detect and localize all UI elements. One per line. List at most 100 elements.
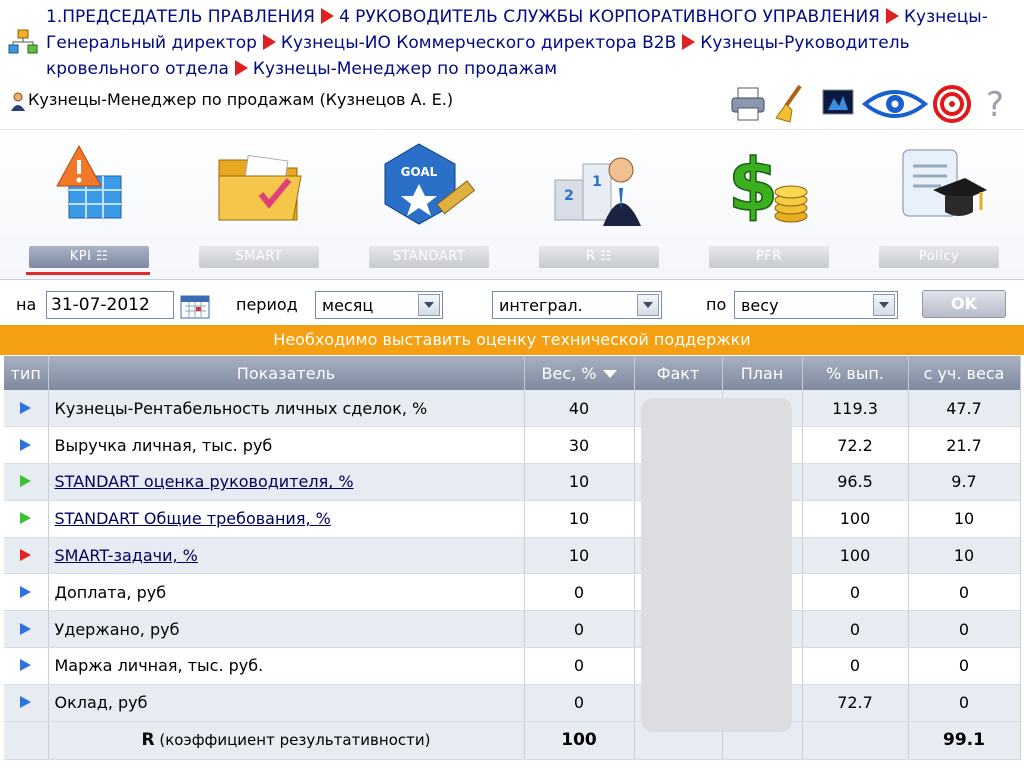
table-row[interactable]: Маржа личная, тыс. руб. 0 0 0 [4,647,1021,685]
total-label-rest: (коэффициент результативности) [154,731,431,750]
svg-text:GOAL: GOAL [401,165,438,179]
type-cell[interactable] [4,647,49,685]
type-cell[interactable] [4,610,49,649]
weight-cell: 10 [524,537,635,575]
indicator-name: Оклад, руб [54,693,148,713]
completion-cell: 100 [802,500,909,538]
by-label: по [706,295,727,314]
kpi-icon [56,144,122,219]
period-select[interactable]: месяц [315,291,443,319]
type-cell[interactable] [4,684,49,722]
breadcrumb-arrow-icon [885,8,899,24]
table-row[interactable]: Оклад, руб 0 72.7 0 [4,684,1021,722]
weighted-cell: 0 [908,684,1021,722]
sort-down-icon[interactable] [602,369,617,378]
indicator-name: Удержано, руб [54,619,180,639]
expand-arrow-icon[interactable] [20,401,32,414]
by-select[interactable]: весу [734,291,898,319]
chevron-down-icon[interactable] [637,294,659,316]
module-smart[interactable]: SMART [194,140,324,280]
type-cell[interactable] [4,573,49,612]
breadcrumb-item[interactable]: Кузнецы-ИО Коммерческого директора B2B [281,33,676,53]
indicator-cell: STANDART Общие требования, % [48,500,525,538]
total-completion-cell [802,720,909,760]
header-weight[interactable]: Вес, % [524,356,635,390]
broom-icon[interactable] [770,84,806,124]
table-row[interactable]: Удержано, руб 0 0 0 [4,610,1021,649]
type-cell[interactable] [4,463,49,501]
header-fact[interactable]: Факт [634,356,723,390]
calendar-icon[interactable] [180,293,210,319]
total-type-cell [4,720,49,760]
weight-cell: 0 [524,573,635,612]
breadcrumb-text: 1.ПРЕДСЕДАТЕЛЬ ПРАВЛЕНИЯ 4 РУКОВОДИТЕЛЬ С… [46,4,1016,82]
org-chart-icon[interactable] [8,28,38,56]
help-icon[interactable]: ? [980,84,1010,124]
completion-cell: 72.7 [802,684,909,722]
breadcrumb-item[interactable]: 1.ПРЕДСЕДАТЕЛЬ ПРАВЛЕНИЯ [46,7,315,27]
target-icon[interactable] [932,84,972,124]
header-completion[interactable]: % вып. [802,356,909,390]
mode-value: интеграл. [499,296,583,315]
expand-arrow-icon[interactable] [20,696,32,709]
indicator-cell: Выручка личная, тыс. руб [48,426,525,465]
module-label: SMART [199,246,319,268]
type-cell[interactable] [4,537,49,575]
date-input[interactable] [46,291,174,319]
chevron-down-icon[interactable] [873,294,895,316]
eye-icon[interactable] [862,84,928,124]
expand-arrow-icon[interactable] [20,659,32,672]
expand-arrow-icon[interactable] [20,512,32,525]
weight-cell: 30 [524,426,635,465]
module-r[interactable]: 2 1 R ☷ [534,140,664,280]
module-label: Policy [879,246,999,268]
expand-arrow-icon[interactable] [20,549,32,562]
expand-arrow-icon[interactable] [20,475,32,488]
filter-bar: на период месяц интеграл. по весу OK [0,281,1024,325]
date-label: на [16,295,37,314]
printer-icon[interactable] [728,84,768,124]
expand-arrow-icon[interactable] [20,622,32,635]
table-row[interactable]: Доплата, руб 0 0 0 [4,573,1021,612]
header-type[interactable]: тип [4,356,49,390]
weight-cell: 0 [524,610,635,649]
table-row[interactable]: STANDART Общие требования, % 10 100 10 [4,500,1021,538]
module-pfr[interactable]: $ PFR [704,140,834,280]
breadcrumb-item[interactable]: Кузнецы-Менеджер по продажам [253,59,557,79]
indicator-link[interactable]: SMART-задачи, % [55,546,198,565]
module-standart[interactable]: GOAL STANDART [364,140,494,280]
breadcrumb-arrow-icon [234,60,248,76]
module-policy[interactable]: Policy [874,140,1004,280]
table-row[interactable]: STANDART оценка руководителя, % 10 96.5 9.7 [4,463,1021,501]
smart-folder-icon [218,154,302,221]
podium-icon: 2 1 [554,157,641,226]
header-weighted[interactable]: с уч. веса [908,356,1021,390]
type-cell[interactable] [4,500,49,538]
expand-arrow-icon[interactable] [20,585,32,598]
monitor-icon[interactable] [820,84,856,124]
weighted-cell: 0 [908,610,1021,649]
indicator-link[interactable]: STANDART оценка руководителя, % [55,472,354,491]
indicator-cell: Удержано, руб [48,610,525,649]
by-value: весу [741,296,779,315]
header-indicator[interactable]: Показатель [48,356,525,390]
table-row[interactable]: Кузнецы-Рентабельность личных сделок, % 4… [4,390,1021,428]
user-bar: Кузнецы-Менеджер по продажам (Кузнецов А… [0,80,1024,130]
module-kpi[interactable]: KPI ☷ [24,140,154,280]
table-row[interactable]: SMART-задачи, % 10 100 10 [4,537,1021,575]
indicator-link[interactable]: STANDART Общие требования, % [55,509,331,528]
svg-text:?: ? [986,85,1004,124]
ok-button[interactable]: OK [922,290,1006,318]
weighted-cell: 9.7 [908,463,1021,501]
weighted-cell: 47.7 [908,390,1021,428]
total-label-cell: R (коэффициент результативности) [48,720,525,760]
total-weight: 100 [524,720,635,760]
type-cell[interactable] [4,426,49,465]
header-plan[interactable]: План [722,356,803,390]
table-row[interactable]: Выручка личная, тыс. руб 30 72.2 21.7 [4,426,1021,465]
expand-arrow-icon[interactable] [20,438,32,451]
mode-select[interactable]: интеграл. [492,291,662,319]
type-cell[interactable] [4,390,49,428]
breadcrumb-item[interactable]: 4 РУКОВОДИТЕЛЬ СЛУЖБЫ КОРПОРАТИВНОГО УПР… [339,7,880,27]
chevron-down-icon[interactable] [418,294,440,316]
